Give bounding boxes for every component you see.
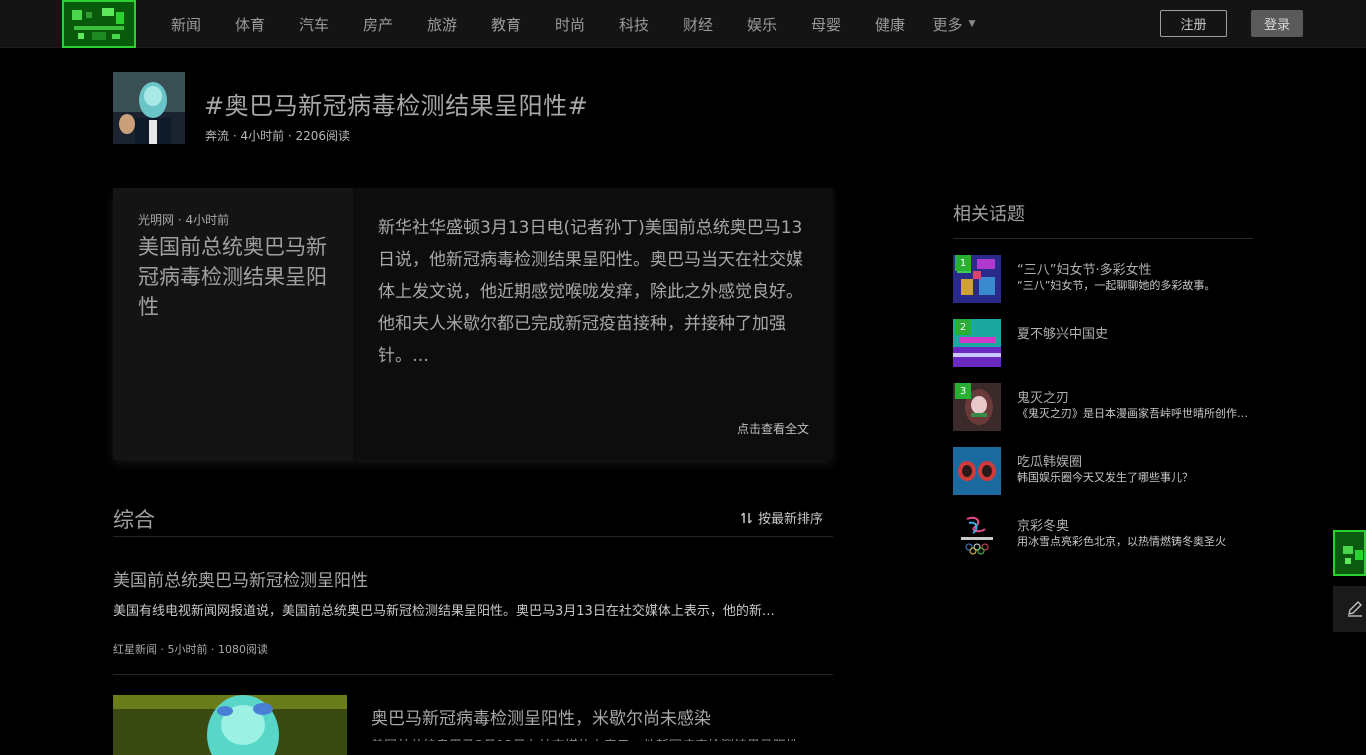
chevron-down-icon: ▼	[968, 19, 976, 29]
related-topic-thumbnail	[953, 447, 1001, 495]
nav-item-entertainment[interactable]: 娱乐	[730, 14, 794, 35]
channel-nav: 新闻 体育 汽车 房产 旅游 教育 时尚 科技 财经 娱乐 母婴 健康 更多 ▼	[154, 0, 986, 48]
related-topic-desc: “三八”妇女节，一起聊聊她的多彩故事。	[1017, 279, 1216, 292]
divider	[953, 238, 1253, 239]
nav-more-dropdown[interactable]: 更多 ▼	[922, 14, 986, 35]
featured-headline[interactable]: 美国前总统奥巴马新冠病毒检测结果呈阳性	[138, 232, 328, 322]
related-topic-item[interactable]: 2 夏不够兴中国史	[953, 319, 1253, 367]
related-topic-name: 京彩冬奥	[1017, 519, 1070, 534]
related-topic-desc: 用冰雪点亮彩色北京，以热情燃铸冬奥圣火	[1017, 535, 1226, 548]
related-topic-name: 吃瓜韩娱圈	[1017, 455, 1083, 470]
article-title[interactable]: 美国前总统奥巴马新冠检测呈阳性	[113, 566, 368, 591]
divider	[113, 674, 833, 675]
nav-item-finance[interactable]: 财经	[666, 14, 730, 35]
related-topic-name: 鬼灭之刃	[1017, 391, 1070, 406]
related-topics-title: 相关话题	[953, 204, 1025, 225]
edit-icon	[1348, 601, 1362, 617]
nav-item-fashion[interactable]: 时尚	[538, 14, 602, 35]
article-summary: 美国前总统奥巴马3月13日在社交媒体上表示，他新冠病毒检测结果呈阳性…	[371, 735, 831, 741]
topic-thumbnail	[113, 72, 185, 144]
rank-badge: 1	[955, 255, 971, 271]
related-topic-desc: 《鬼灭之刃》是日本漫画家吾峠呼世晴所创作的少年漫画作品	[1017, 407, 1249, 420]
read-full-link[interactable]: 点击查看全文	[737, 420, 809, 437]
nav-item-health[interactable]: 健康	[858, 14, 922, 35]
login-button[interactable]: 登录	[1251, 10, 1303, 37]
featured-body: 新华社华盛顿3月13日电(记者孙丁)美国前总统奥巴马13日说，他新冠病毒检测结果…	[378, 218, 803, 366]
related-topic-item[interactable]: 3 鬼灭之刃 《鬼灭之刃》是日本漫画家吾峠呼世晴所创作的少年漫画作品	[953, 383, 1253, 431]
top-navigation-bar: 新闻 体育 汽车 房产 旅游 教育 时尚 科技 财经 娱乐 母婴 健康 更多 ▼…	[0, 0, 1366, 48]
nav-item-auto[interactable]: 汽车	[282, 14, 346, 35]
nav-item-travel[interactable]: 旅游	[410, 14, 474, 35]
nav-item-news[interactable]: 新闻	[154, 14, 218, 35]
topic-meta: 奔流 · 4小时前 · 2206阅读	[205, 129, 351, 143]
article-meta: 红星新闻 · 5小时前 · 1080阅读	[113, 643, 268, 656]
related-topic-item[interactable]: 京彩冬奥 用冰雪点亮彩色北京，以热情燃铸冬奥圣火	[953, 511, 1253, 559]
site-logo[interactable]	[62, 0, 136, 48]
featured-source: 光明网 · 4小时前	[138, 213, 230, 227]
sort-label: 按最新排序	[758, 512, 824, 527]
related-topic-name: 夏不够兴中国史	[1017, 327, 1109, 342]
nav-item-baby[interactable]: 母婴	[794, 14, 858, 35]
related-topic-desc: 韩国娱乐圈今天又发生了哪些事儿？	[1017, 471, 1193, 484]
rank-badge: 3	[955, 383, 971, 399]
sort-icon	[740, 511, 753, 524]
related-topic-name: “三八”妇女节·多彩女性	[1017, 263, 1152, 278]
related-topic-thumbnail	[953, 511, 1001, 559]
section-title: 综合	[113, 508, 155, 532]
article-title[interactable]: 奥巴马新冠病毒检测呈阳性，米歇尔尚未感染	[371, 704, 711, 729]
rank-badge: 2	[955, 319, 971, 335]
nav-item-education[interactable]: 教育	[474, 14, 538, 35]
topic-title: #奥巴马新冠病毒检测结果呈阳性#	[204, 92, 589, 120]
sort-button[interactable]: 按最新排序	[740, 508, 823, 527]
nav-item-tech[interactable]: 科技	[602, 14, 666, 35]
nav-more-label: 更多	[932, 15, 963, 34]
featured-headline-panel: 光明网 · 4小时前 美国前总统奥巴马新冠病毒检测结果呈阳性	[113, 188, 353, 460]
nav-item-house[interactable]: 房产	[346, 14, 410, 35]
divider	[113, 536, 833, 537]
article-summary: 美国有线电视新闻网报道说，美国前总统奥巴马新冠检测结果呈阳性。奥巴马3月13日在…	[113, 604, 775, 619]
nav-item-sports[interactable]: 体育	[218, 14, 282, 35]
featured-article-card[interactable]: 光明网 · 4小时前 美国前总统奥巴马新冠病毒检测结果呈阳性 新华社华盛顿3月1…	[113, 188, 833, 460]
feedback-edit-button[interactable]	[1333, 586, 1366, 632]
related-topic-item[interactable]: 1 “三八”妇女节·多彩女性 “三八”妇女节，一起聊聊她的多彩故事。	[953, 255, 1253, 303]
article-thumbnail[interactable]	[113, 695, 347, 755]
app-download-qr-button[interactable]	[1333, 530, 1366, 576]
related-topic-item[interactable]: 吃瓜韩娱圈 韩国娱乐圈今天又发生了哪些事儿？	[953, 447, 1253, 495]
register-button[interactable]: 注册	[1160, 10, 1227, 37]
